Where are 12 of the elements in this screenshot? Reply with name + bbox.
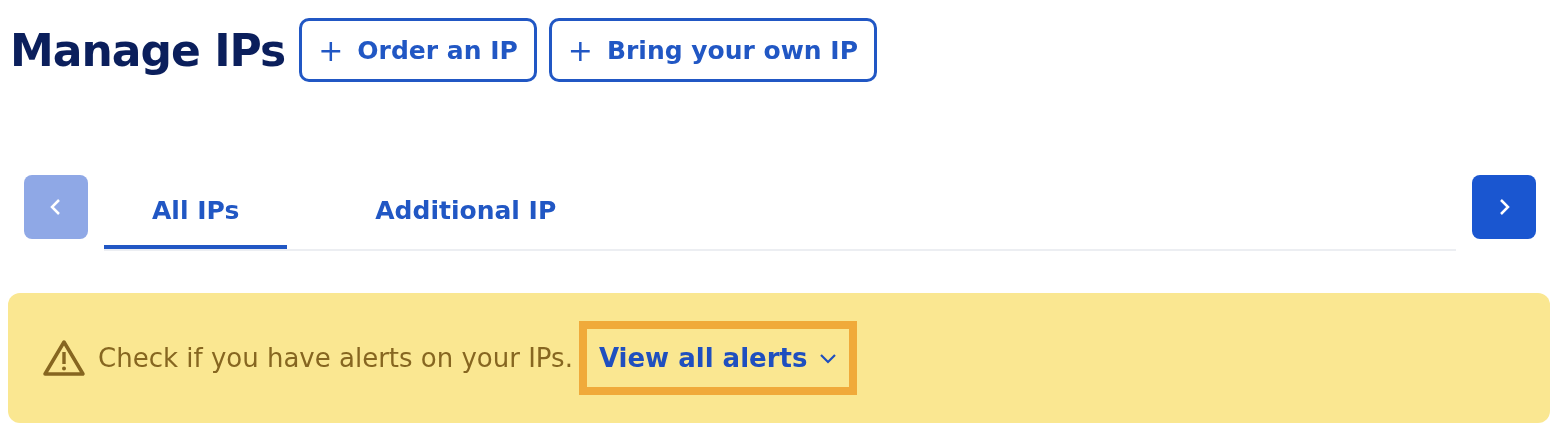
page-title: Manage IPs: [10, 24, 286, 76]
alert-message: Check if you have alerts on your IPs.: [98, 343, 573, 373]
next-button[interactable]: [1472, 175, 1536, 239]
chevron-down-icon: [819, 352, 838, 364]
view-alerts-link[interactable]: View all alerts: [578, 321, 858, 395]
warning-icon: [42, 339, 86, 377]
tab[interactable]: Additional IP: [327, 175, 605, 249]
action-button[interactable]: + Order an IP: [299, 18, 537, 82]
tab[interactable]: All IPs: [104, 175, 288, 249]
chevron-left-icon: [49, 197, 63, 217]
chevron-right-icon: [1497, 197, 1511, 217]
action-button[interactable]: + Bring your own IP: [548, 18, 877, 82]
